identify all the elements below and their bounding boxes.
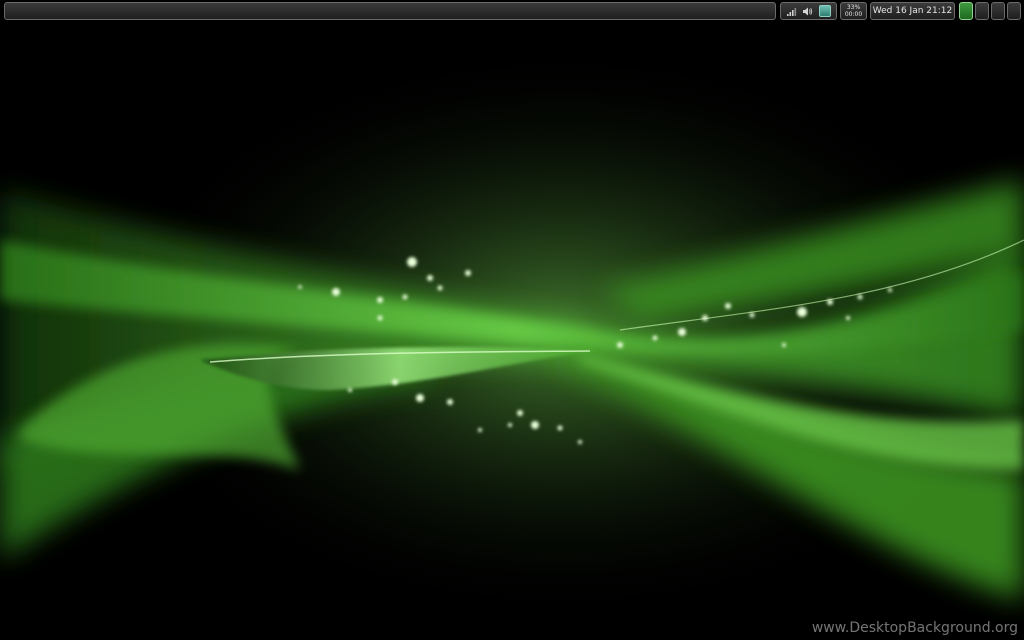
desktop: 33% 00:00 Wed 16 Jan 21:12 www.DesktopBa… — [0, 0, 1024, 640]
app-icon[interactable] — [819, 5, 831, 17]
volume-icon[interactable] — [802, 6, 813, 17]
battery-indicator[interactable]: 33% 00:00 — [840, 2, 867, 20]
workspace-2[interactable] — [975, 2, 989, 20]
battery-time: 00:00 — [844, 11, 863, 18]
signal-icon[interactable] — [786, 6, 797, 17]
workspace-4[interactable] — [1007, 2, 1021, 20]
taskbar[interactable] — [4, 2, 776, 20]
watermark: www.DesktopBackground.org — [811, 620, 1018, 636]
workspace-1[interactable] — [959, 2, 973, 20]
wallpaper — [0, 0, 1024, 640]
workspace-3[interactable] — [991, 2, 1005, 20]
clock[interactable]: Wed 16 Jan 21:12 — [870, 2, 955, 20]
clock-text: Wed 16 Jan 21:12 — [872, 6, 953, 16]
system-tray — [780, 2, 837, 20]
battery-percent: 33% — [846, 4, 861, 11]
